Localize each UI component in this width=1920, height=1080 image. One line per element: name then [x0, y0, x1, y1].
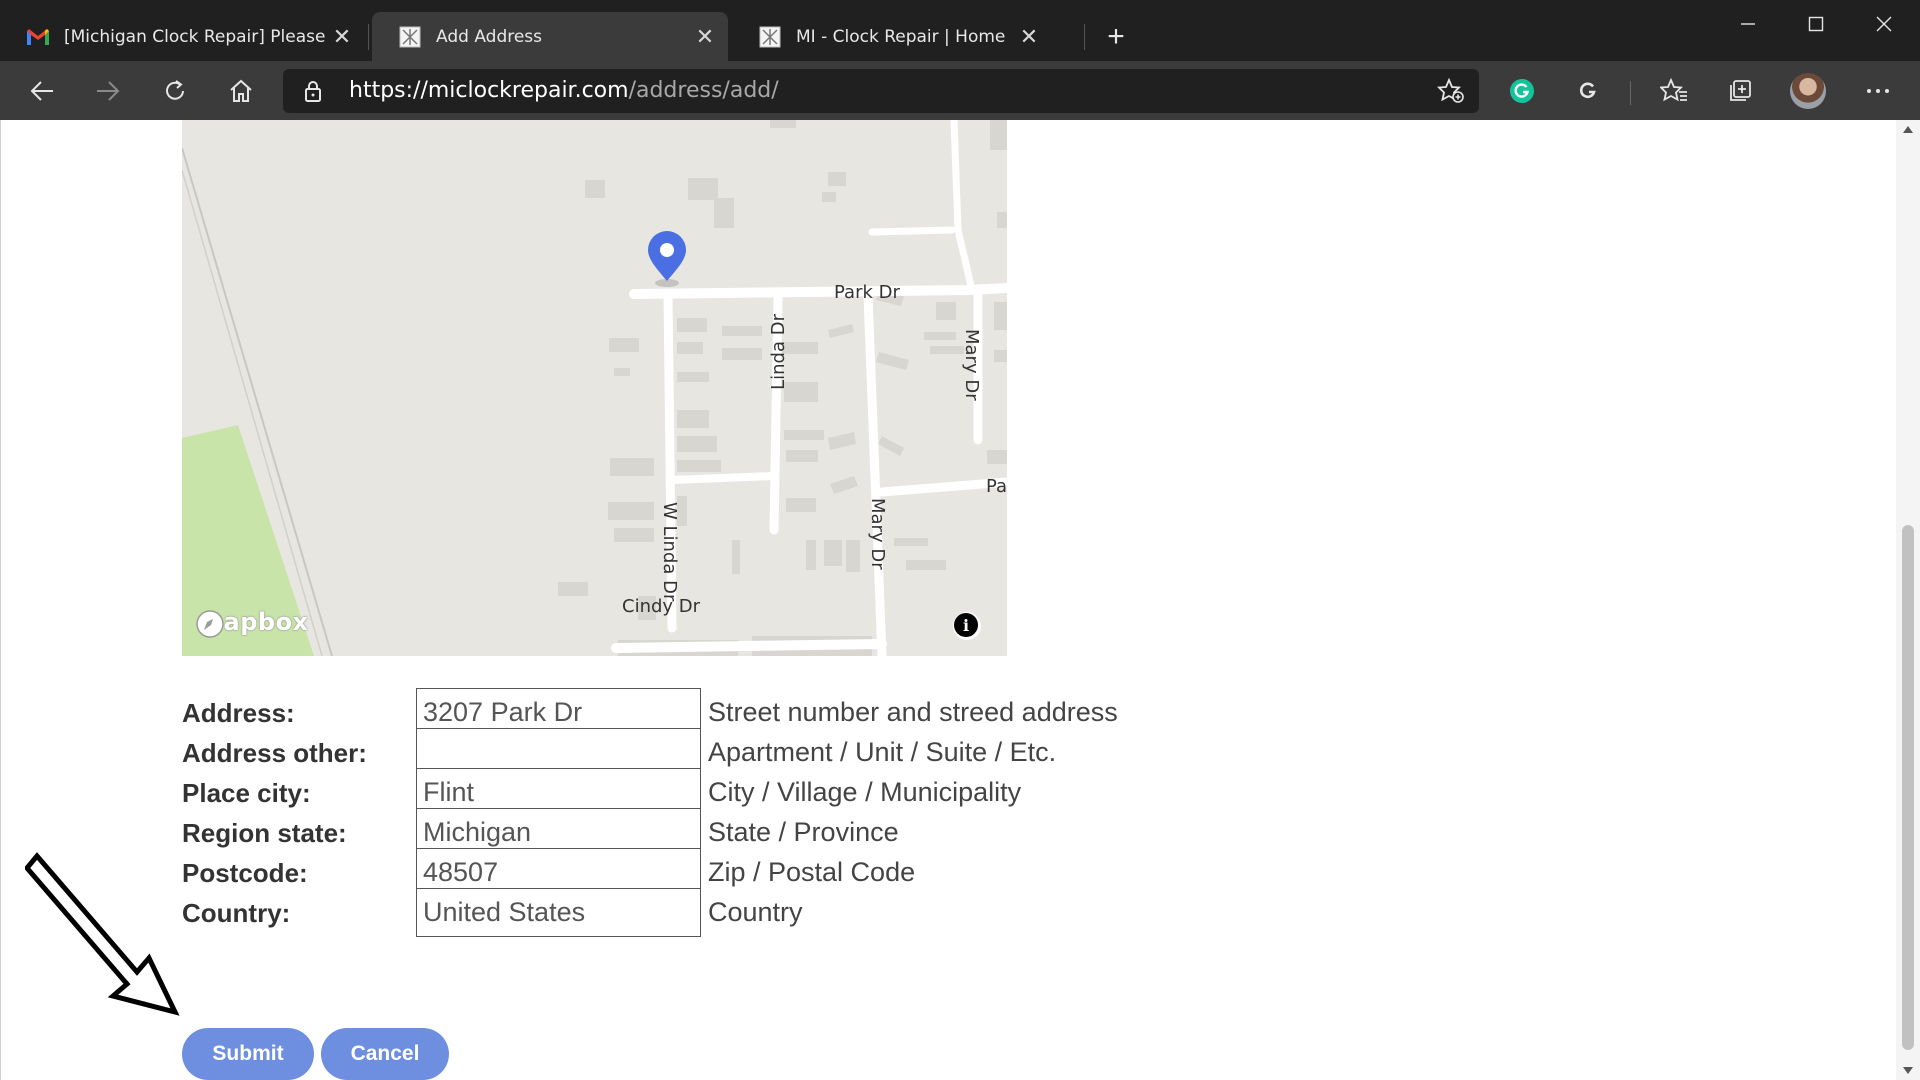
address-other-label: Address other: — [182, 738, 367, 768]
address-map[interactable]: Park Dr Linda Dr Mary Dr Pa W Linda Dr M… — [182, 120, 1007, 656]
tab-add-address[interactable]: Add Address ✕ — [372, 12, 728, 61]
tab-close-icon[interactable]: ✕ — [1016, 24, 1042, 50]
tab-strip: [Michigan Clock Repair] Please C ✕ Add A… — [0, 0, 1920, 61]
home-icon — [230, 79, 252, 102]
address-other-help-text: Apartment / Unit / Suite / Etc. — [708, 737, 1057, 767]
scroll-up-arrow-icon[interactable] — [1903, 126, 1913, 133]
street-label: Mary Dr — [867, 498, 888, 570]
tab-close-icon[interactable]: ✕ — [329, 24, 355, 50]
street-label: Pa — [986, 476, 1007, 497]
vertical-scrollbar[interactable] — [1896, 120, 1920, 1080]
close-window-button[interactable] — [1854, 8, 1914, 40]
postcode-help-text: Zip / Postal Code — [708, 857, 916, 887]
settings-menu-button[interactable] — [1858, 71, 1898, 111]
more-options-icon — [1867, 89, 1889, 93]
forward-button[interactable] — [88, 71, 128, 111]
address-bar[interactable]: https://miclockrepair.com/address/add/ — [283, 69, 1479, 113]
info-icon: i — [954, 613, 978, 637]
grammarly-g-icon — [1579, 82, 1596, 99]
maximize-icon — [1808, 16, 1824, 32]
map-canvas: Park Dr Linda Dr Mary Dr Pa W Linda Dr M… — [182, 120, 1007, 656]
collections-icon — [1730, 80, 1751, 101]
favorites-icon — [1660, 78, 1687, 102]
mapbox-icon — [196, 610, 224, 638]
street-label: Park Dr — [834, 282, 900, 303]
street-label: W Linda Dr — [659, 502, 680, 602]
map-marker-icon[interactable] — [648, 231, 686, 287]
city-help-text: City / Village / Municipality — [708, 777, 1022, 807]
tab-title: MI - Clock Repair | Home — [796, 26, 1006, 47]
site-favicon-icon — [758, 25, 782, 49]
country-input[interactable]: United States — [416, 888, 701, 937]
tab-title: Add Address — [436, 26, 543, 47]
site-favicon-icon — [398, 25, 422, 49]
country-label: Country: — [182, 898, 291, 928]
tab-close-icon[interactable]: ✕ — [692, 24, 718, 50]
map-info-button[interactable]: i — [953, 612, 981, 640]
tab-divider — [1084, 24, 1085, 50]
state-help-text: State / Province — [708, 817, 899, 847]
scroll-down-arrow-icon[interactable] — [1903, 1067, 1913, 1074]
gmail-icon — [26, 25, 50, 49]
tab-divider — [368, 24, 369, 50]
city-label: Place city: — [182, 778, 311, 808]
address-label: Address: — [182, 698, 295, 728]
grammarly-go-button[interactable] — [1568, 71, 1608, 111]
profile-avatar[interactable] — [1790, 73, 1826, 109]
browser-toolbar: https://miclockrepair.com/address/add/ — [0, 61, 1920, 120]
state-label: Region state: — [182, 818, 347, 848]
tab-home[interactable]: MI - Clock Repair | Home ✕ — [732, 12, 1052, 61]
refresh-button[interactable] — [155, 71, 195, 111]
maximize-button[interactable] — [1786, 8, 1846, 40]
street-label: Mary Dr — [961, 329, 982, 401]
home-button[interactable] — [221, 71, 261, 111]
close-icon — [1876, 16, 1892, 32]
scrollbar-thumb[interactable] — [1902, 525, 1914, 1050]
refresh-icon — [166, 80, 184, 100]
minimize-icon — [1741, 23, 1755, 25]
address-help-text: Street number and streed address — [708, 697, 1118, 727]
grammarly-icon — [1510, 79, 1534, 103]
grammarly-extension-button[interactable] — [1502, 71, 1542, 111]
pointer-arrow-icon — [25, 852, 180, 1016]
favorites-button[interactable] — [1654, 71, 1694, 111]
mapbox-logo[interactable]: mapbox — [194, 608, 309, 638]
cancel-button[interactable]: Cancel — [321, 1028, 449, 1080]
street-label: Cindy Dr — [622, 596, 701, 617]
street-label: Linda Dr — [768, 313, 789, 389]
url-text: https://miclockrepair.com/address/add/ — [349, 78, 779, 103]
tab-title: [Michigan Clock Repair] Please C — [64, 26, 329, 47]
submit-button[interactable]: Submit — [182, 1028, 314, 1080]
page-content: Park Dr Linda Dr Mary Dr Pa W Linda Dr M… — [0, 120, 1896, 1080]
collections-button[interactable] — [1720, 71, 1760, 111]
minimize-button[interactable] — [1718, 8, 1778, 40]
new-tab-button[interactable]: + — [1100, 22, 1132, 54]
country-help-text: Country — [708, 897, 803, 927]
postcode-label: Postcode: — [182, 858, 308, 888]
back-arrow-icon — [30, 81, 53, 101]
add-favorite-icon[interactable] — [1436, 77, 1465, 109]
forward-arrow-icon — [97, 81, 120, 101]
svg-text:i: i — [963, 616, 969, 635]
tab-gmail[interactable]: [Michigan Clock Repair] Please C ✕ — [0, 12, 365, 61]
back-button[interactable] — [22, 71, 62, 111]
lock-icon[interactable] — [303, 79, 323, 108]
toolbar-divider — [1630, 81, 1631, 105]
